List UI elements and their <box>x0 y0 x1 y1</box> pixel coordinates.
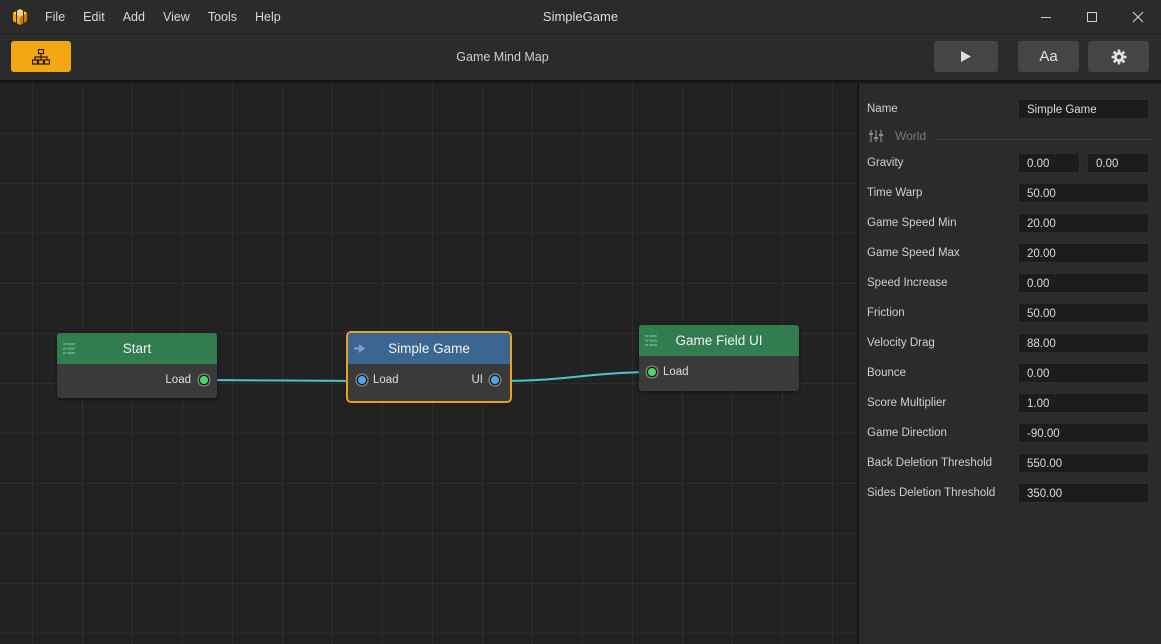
menu-add[interactable]: Add <box>114 0 154 34</box>
node-start-title: Start <box>122 341 152 356</box>
gravity-y-field[interactable]: 0.00 <box>1087 153 1149 173</box>
output-port-icon[interactable] <box>488 373 502 387</box>
output-port-icon[interactable] <box>197 373 211 387</box>
game-speed-max-field[interactable]: 20.00 <box>1018 243 1149 263</box>
gravity-label: Gravity <box>867 157 904 169</box>
list-icon <box>63 343 75 354</box>
time-warp-field[interactable]: 50.00 <box>1018 183 1149 203</box>
time-warp-label: Time Warp <box>867 187 923 199</box>
node-simple-game-in-port-label: Load <box>373 374 399 386</box>
node-game-field-ui-body: Load <box>639 356 799 388</box>
game-speed-min-label: Game Speed Min <box>867 217 957 229</box>
input-port-icon[interactable] <box>355 373 369 387</box>
back-deletion-threshold-label: Back Deletion Threshold <box>867 457 993 469</box>
node-simple-game-header[interactable]: Simple Game <box>348 333 510 364</box>
menu-bar: File Edit Add View Tools Help <box>36 0 290 34</box>
node-start-header[interactable]: Start <box>57 333 217 364</box>
section-divider <box>937 139 1151 140</box>
node-simple-game-title: Simple Game <box>388 341 470 356</box>
name-label: Name <box>867 103 898 115</box>
bounce-field[interactable]: 0.00 <box>1018 363 1149 383</box>
game-direction-field[interactable]: -90.00 <box>1018 423 1149 443</box>
close-icon <box>1132 11 1144 23</box>
velocity-drag-field[interactable]: 88.00 <box>1018 333 1149 353</box>
app-logo-icon <box>13 9 27 25</box>
speed-increase-field[interactable]: 0.00 <box>1018 273 1149 293</box>
friction-label: Friction <box>867 307 905 319</box>
play-button[interactable] <box>934 41 998 72</box>
toolbar-title: Game Mind Map <box>456 50 549 64</box>
sliders-icon <box>869 130 883 142</box>
speed-increase-label: Speed Increase <box>867 277 948 289</box>
node-simple-game-out-port-label: UI <box>471 374 484 386</box>
gravity-x-field[interactable]: 0.00 <box>1018 153 1080 173</box>
menu-file[interactable]: File <box>36 0 74 34</box>
score-multiplier-field[interactable]: 1.00 <box>1018 393 1149 413</box>
toolbar: Game Mind Map Aa <box>0 34 1161 82</box>
minimize-icon <box>1041 17 1051 18</box>
settings-button[interactable] <box>1088 41 1149 72</box>
back-deletion-threshold-field[interactable]: 550.00 <box>1018 453 1149 473</box>
node-start-out-port-label: Load <box>165 374 191 386</box>
node-start-body: Load <box>57 364 217 396</box>
connection-start-to-simple-game[interactable] <box>203 379 363 382</box>
mind-map-canvas[interactable]: Start Load Simple Game Load UI Game Fiel… <box>0 84 857 644</box>
maximize-icon <box>1087 12 1097 22</box>
sides-deletion-threshold-field[interactable]: 350.00 <box>1018 483 1149 503</box>
menu-tools[interactable]: Tools <box>199 0 246 34</box>
node-game-field-ui-title: Game Field UI <box>675 333 763 348</box>
name-field[interactable]: Simple Game <box>1018 99 1149 119</box>
node-start[interactable]: Start Load <box>57 333 217 398</box>
game-speed-max-label: Game Speed Max <box>867 247 960 259</box>
game-direction-label: Game Direction <box>867 427 947 439</box>
score-multiplier-label: Score Multiplier <box>867 397 947 409</box>
window-controls <box>1023 0 1161 34</box>
maximize-button[interactable] <box>1069 0 1115 34</box>
friction-field[interactable]: 50.00 <box>1018 303 1149 323</box>
connection-simple-game-to-game-field-ui[interactable] <box>494 371 653 382</box>
play-icon <box>961 51 971 62</box>
world-section-header[interactable]: World <box>869 128 926 144</box>
minimize-button[interactable] <box>1023 0 1069 34</box>
title-bar: File Edit Add View Tools Help SimpleGame <box>0 0 1161 34</box>
game-speed-min-field[interactable]: 20.00 <box>1018 213 1149 233</box>
node-game-field-ui[interactable]: Game Field UI Load <box>639 325 799 391</box>
node-game-field-ui-in-port-label: Load <box>663 366 689 378</box>
menu-edit[interactable]: Edit <box>74 0 114 34</box>
input-port-icon[interactable] <box>645 365 659 379</box>
font-button[interactable]: Aa <box>1018 41 1079 72</box>
world-section-title: World <box>895 129 927 143</box>
sides-deletion-threshold-label: Sides Deletion Threshold <box>867 487 996 499</box>
bounce-label: Bounce <box>867 367 907 379</box>
menu-help[interactable]: Help <box>246 0 290 34</box>
close-button[interactable] <box>1115 0 1161 34</box>
list-icon <box>645 335 657 346</box>
node-game-field-ui-header[interactable]: Game Field UI <box>639 325 799 356</box>
node-simple-game-body: Load UI <box>348 364 510 396</box>
gear-icon <box>1111 49 1126 64</box>
node-simple-game[interactable]: Simple Game Load UI <box>346 331 512 403</box>
properties-panel: Name Simple Game World Gravity 0.00 0.00… <box>857 84 1161 644</box>
entry-arrow-icon <box>354 344 365 353</box>
menu-view[interactable]: View <box>154 0 199 34</box>
velocity-drag-label: Velocity Drag <box>867 337 935 349</box>
